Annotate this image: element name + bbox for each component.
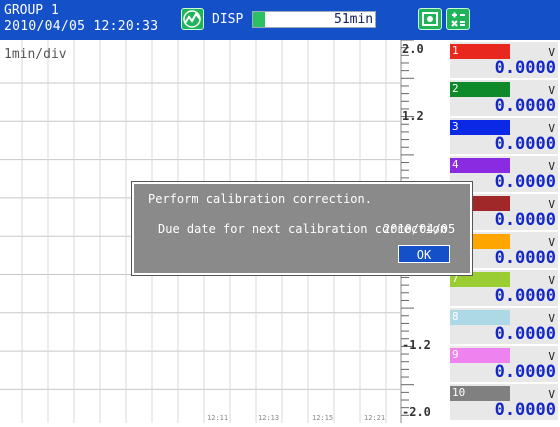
channel-color-strip xyxy=(450,348,510,363)
channel-color-strip xyxy=(450,120,510,135)
scale-top-label: 2.0 xyxy=(402,42,424,56)
date-time: 2010/04/05 12:20:33 xyxy=(4,19,159,34)
channel-2[interactable]: 2 V 0.0000 xyxy=(450,80,558,116)
due-date-value: 2010/04/05 xyxy=(383,222,456,236)
channel-value: 0.0000 xyxy=(494,248,556,268)
channel-1[interactable]: 1 V 0.0000 xyxy=(450,42,558,78)
scale-upper-label: 1.2 xyxy=(402,109,424,123)
channel-number: 9 xyxy=(452,348,459,361)
channel-value: 0.0000 xyxy=(494,324,556,344)
memory-card-icon[interactable] xyxy=(418,8,442,30)
scale-lower-label: -1.2 xyxy=(402,338,431,352)
channel-3[interactable]: 3 V 0.0000 xyxy=(450,118,558,154)
channel-9[interactable]: 9 V 0.0000 xyxy=(450,346,558,382)
channel-value: 0.0000 xyxy=(494,286,556,306)
channel-value: 0.0000 xyxy=(494,172,556,192)
display-mode-icon[interactable] xyxy=(181,8,204,30)
channel-number: 4 xyxy=(452,158,459,171)
channel-number: 8 xyxy=(452,310,459,323)
calculation-icon[interactable] xyxy=(446,8,470,30)
channel-value: 0.0000 xyxy=(494,134,556,154)
memory-remaining: 51min xyxy=(334,12,374,27)
group-name: GROUP 1 xyxy=(4,3,59,18)
channel-value: 0.0000 xyxy=(494,210,556,230)
dialog-message: Perform calibration correction. xyxy=(148,192,372,206)
channel-color-strip xyxy=(450,158,510,173)
channel-value: 0.0000 xyxy=(494,362,556,382)
channel-value: 0.0000 xyxy=(494,96,556,116)
channel-number: 3 xyxy=(452,120,459,133)
calibration-dialog: Perform calibration correction. Due date… xyxy=(131,181,473,276)
channel-10[interactable]: 10 V 0.0000 xyxy=(450,384,558,420)
channel-color-strip xyxy=(450,82,510,97)
time-label: 12:15 xyxy=(312,414,333,422)
channel-8[interactable]: 8 V 0.0000 xyxy=(450,308,558,344)
display-label: DISP xyxy=(212,12,244,27)
timebase-label: 1min/div xyxy=(4,47,67,62)
time-label: 12:21 xyxy=(364,414,385,422)
channel-color-strip xyxy=(450,310,510,325)
ok-button[interactable]: OK xyxy=(398,245,450,263)
time-label: 12:11 xyxy=(207,414,228,422)
channel-number: 2 xyxy=(452,82,459,95)
memory-bar-fill xyxy=(253,12,266,27)
time-label: 12:13 xyxy=(258,414,279,422)
channel-number: 10 xyxy=(452,386,466,399)
channel-value: 0.0000 xyxy=(494,58,556,78)
channel-color-strip xyxy=(450,44,510,59)
status-bar: GROUP 1 2010/04/05 12:20:33 DISP 51min xyxy=(0,0,560,40)
channel-value: 0.0000 xyxy=(494,400,556,420)
scale-bottom-label: -2.0 xyxy=(402,405,431,419)
channel-number: 1 xyxy=(452,44,459,57)
channel-7[interactable]: 7 V 0.0000 xyxy=(450,270,558,306)
